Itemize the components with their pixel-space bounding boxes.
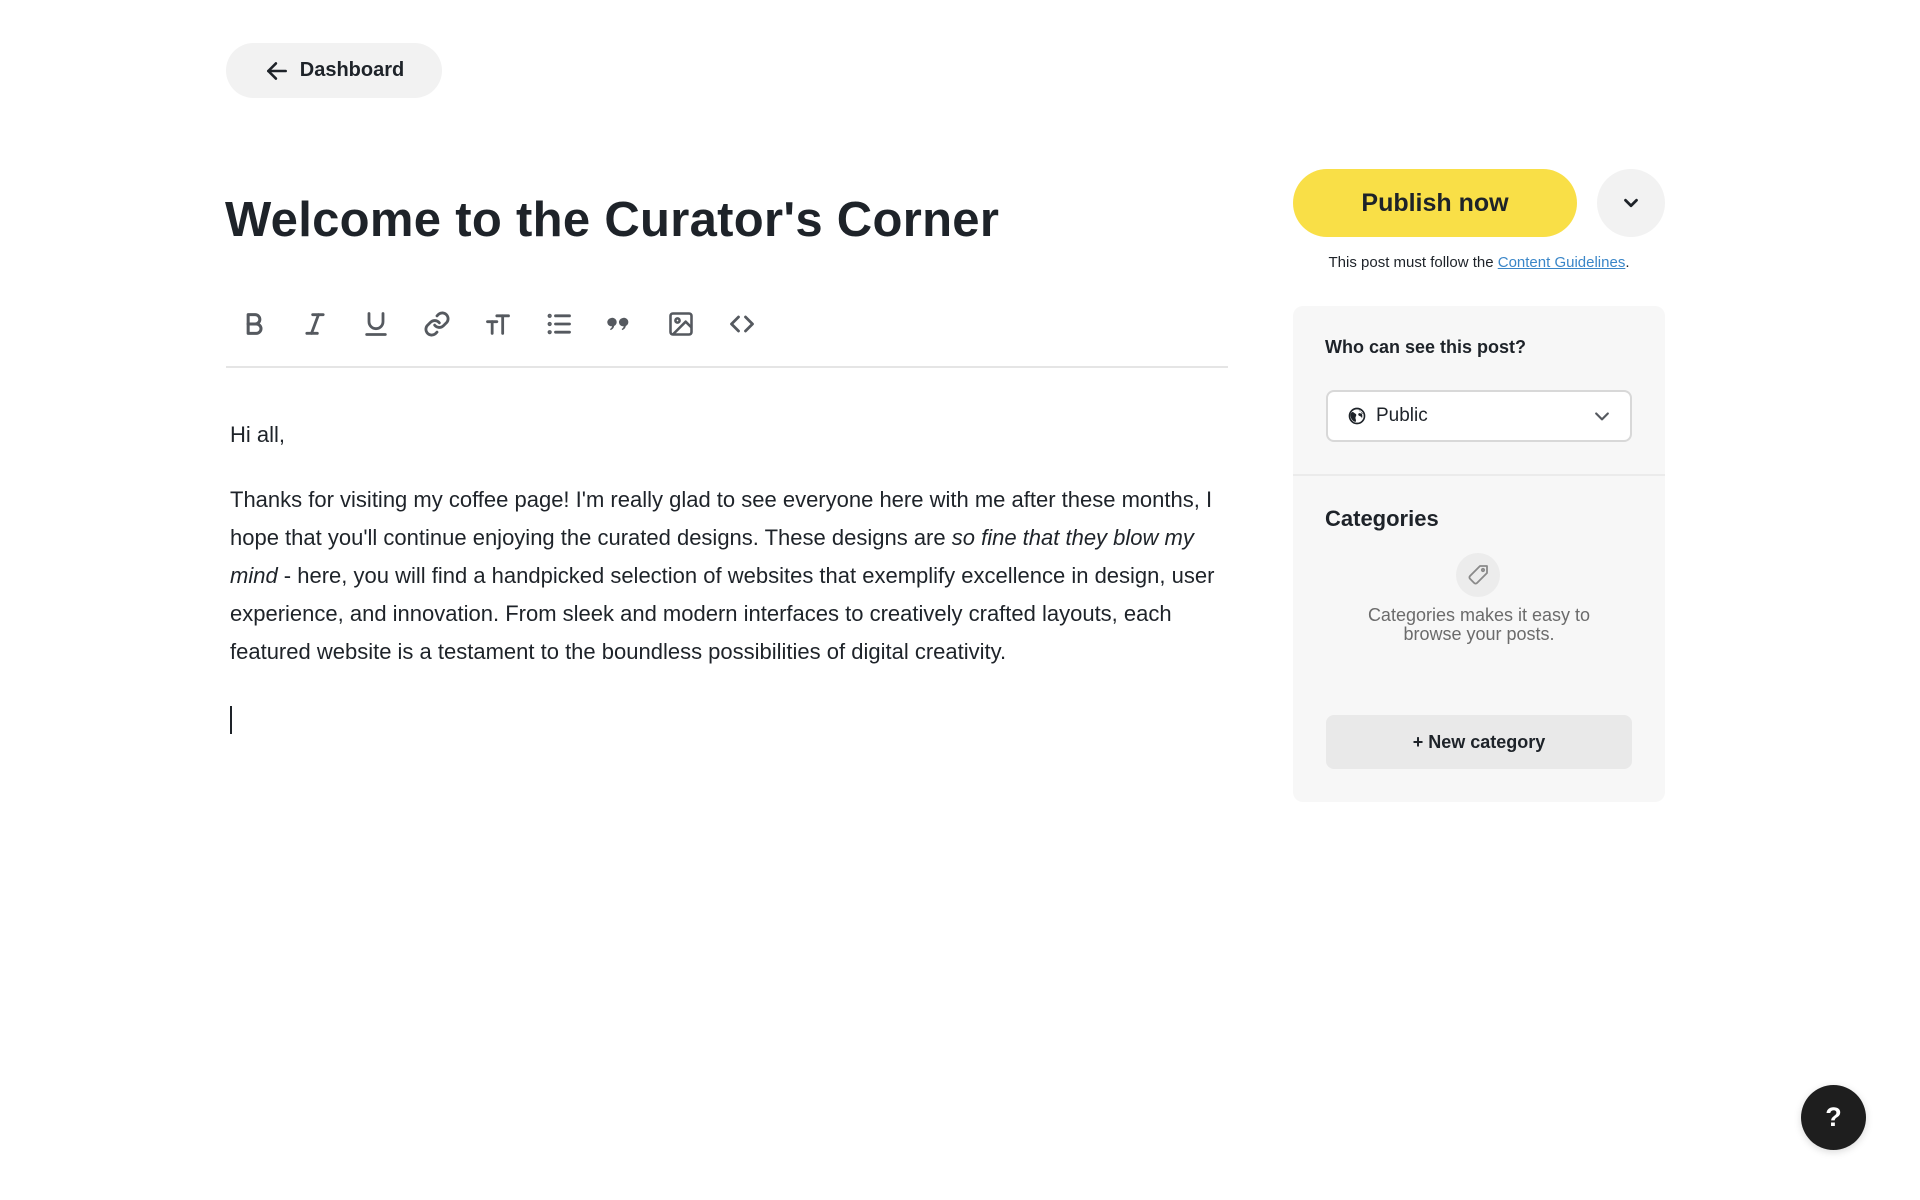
back-to-dashboard-button[interactable]: Dashboard	[226, 43, 442, 98]
post-body-editor[interactable]: Hi all, Thanks for visiting my coffee pa…	[230, 416, 1230, 773]
image-icon	[669, 312, 693, 336]
code-button[interactable]	[724, 306, 760, 342]
list-icon	[547, 313, 571, 335]
categories-empty-text: Categories makes it easy to browse your …	[1367, 605, 1591, 644]
back-button-label: Dashboard	[299, 59, 405, 81]
panel-divider	[1293, 474, 1665, 476]
underline-button[interactable]	[358, 306, 394, 342]
code-icon	[730, 315, 754, 333]
new-category-button[interactable]: + New category	[1326, 715, 1632, 769]
publish-now-button[interactable]: Publish now	[1293, 169, 1577, 237]
guidelines-note-suffix: .	[1625, 254, 1630, 271]
body-paragraph-greeting: Hi all,	[230, 422, 286, 447]
list-button[interactable]	[541, 306, 577, 342]
post-settings-panel: Who can see this post? Public Categories…	[1293, 306, 1665, 802]
empty-paragraph	[230, 698, 1230, 746]
body-text-continued: - here, you will find a handpicked selec…	[230, 563, 1215, 664]
visibility-selected-value: Public	[1376, 405, 1428, 426]
quote-button[interactable]	[602, 306, 638, 342]
arrow-left-icon	[266, 61, 287, 80]
post-title[interactable]: Welcome to the Curator's Corner	[225, 192, 1225, 248]
visibility-select[interactable]: Public	[1326, 390, 1632, 442]
text-caret	[230, 706, 232, 734]
publish-options-button[interactable]	[1597, 169, 1665, 237]
bold-button[interactable]	[236, 306, 272, 342]
link-icon	[424, 311, 450, 337]
italic-button[interactable]	[297, 306, 333, 342]
editor-page: Dashboard Welcome to the Curator's Corne…	[0, 0, 1920, 1200]
content-guidelines-link[interactable]: Content Guidelines	[1498, 254, 1626, 271]
text-size-icon	[486, 314, 510, 335]
tag-icon	[1468, 565, 1488, 585]
help-button[interactable]: ?	[1801, 1085, 1866, 1150]
chevron-down-icon	[1595, 412, 1609, 421]
italic-icon	[305, 313, 325, 335]
text-size-button[interactable]	[480, 306, 516, 342]
globe-icon	[1348, 407, 1366, 425]
bold-icon	[246, 313, 263, 335]
categories-heading: Categories	[1325, 506, 1439, 531]
image-button[interactable]	[663, 306, 699, 342]
link-button[interactable]	[419, 306, 455, 342]
chevron-down-icon	[1624, 198, 1638, 208]
quote-icon	[607, 317, 629, 331]
body-paragraph: Thanks for visiting my coffee page! I'm …	[230, 481, 1230, 671]
guidelines-note: This post must follow the Content Guidel…	[1293, 254, 1665, 271]
formatting-toolbar	[226, 306, 1228, 368]
category-tag-icon-wrapper	[1456, 553, 1500, 597]
underline-icon	[365, 312, 387, 336]
guidelines-note-text: This post must follow the	[1328, 254, 1498, 271]
visibility-label: Who can see this post?	[1325, 337, 1527, 357]
